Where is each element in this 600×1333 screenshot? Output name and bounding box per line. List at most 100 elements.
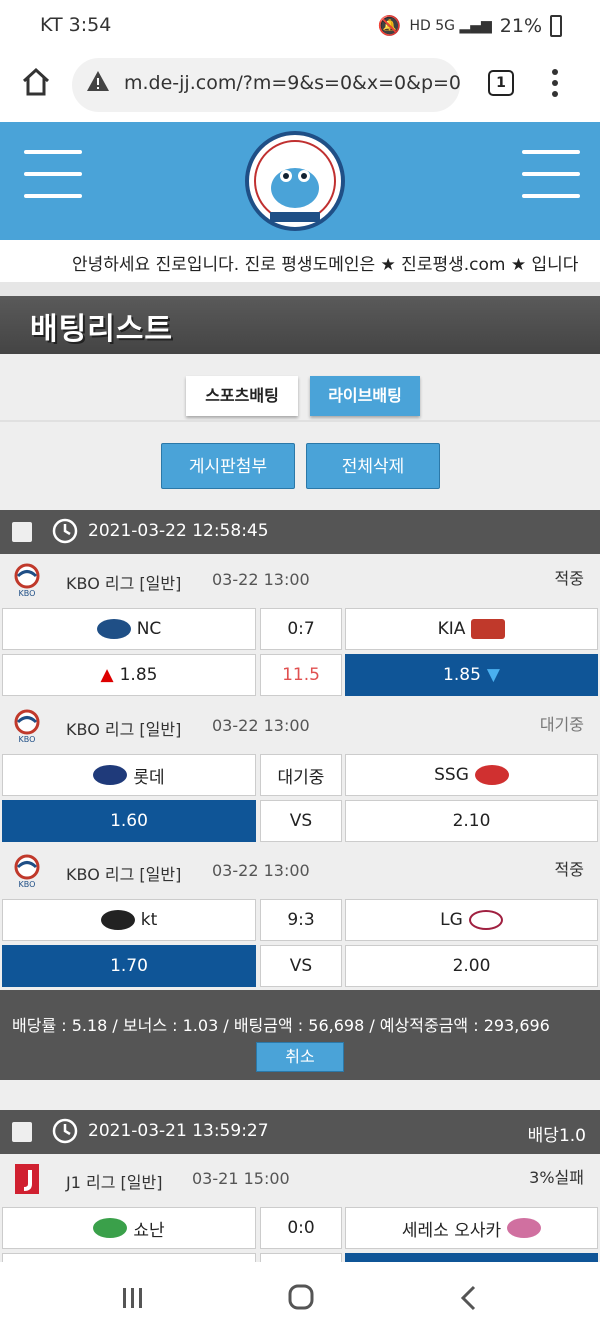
home-odds-cell-selected[interactable]: 1.60 — [2, 800, 256, 842]
status-bar: KT 3:54 🔕 HD 5G ▂▄▆ 21% — [0, 0, 600, 52]
league-name: J1 리그 [일반] — [66, 1173, 163, 1192]
away-odds-cell[interactable]: 2.00 — [345, 945, 598, 987]
lg-twins-logo-icon — [468, 910, 503, 930]
more-menu-icon[interactable] — [550, 68, 560, 98]
game-header: KBO KBO 리그 [일반] 03-22 13:00 대기중 — [0, 701, 600, 751]
game-time: 03-22 13:00 — [212, 861, 310, 880]
arrow-up-icon: ▲ — [100, 665, 114, 685]
right-menu-icon[interactable] — [522, 150, 580, 200]
home-team-cell: kt — [2, 899, 256, 941]
bet-slip-header: 2021-03-21 13:59:27 배당1.0 — [0, 1110, 600, 1154]
league-name: KBO 리그 [일반] — [66, 574, 182, 593]
game-time: 03-22 13:00 — [212, 570, 310, 589]
carrier-time: KT 3:54 — [40, 14, 112, 36]
warning-icon[interactable] — [86, 70, 110, 92]
score-cell: 9:3 — [260, 899, 342, 941]
home-nav-icon[interactable] — [288, 1284, 314, 1310]
home-team: NC — [136, 619, 162, 639]
handicap-cell: 11.5 — [260, 654, 342, 696]
score-cell: 대기중 — [260, 754, 342, 796]
mute-icon: 🔕 — [377, 15, 402, 37]
league-name: KBO 리그 [일반] — [66, 865, 182, 884]
site-logo[interactable] — [240, 126, 350, 236]
site-header — [0, 122, 600, 240]
away-odds-cell-selected[interactable]: 1.85 ▼ — [345, 654, 598, 696]
home-odds-cell[interactable]: ▲ 1.85 — [2, 654, 256, 696]
clock-icon — [52, 1118, 78, 1144]
jleague-logo-icon — [15, 1164, 39, 1194]
battery-icon — [550, 14, 562, 37]
slip-datetime: 2021-03-21 13:59:27 — [88, 1121, 269, 1141]
slip-datetime: 2021-03-22 12:58:45 — [88, 521, 269, 541]
kia-tigers-logo-icon — [471, 619, 506, 639]
tab-switcher-button[interactable]: 1 — [488, 70, 514, 96]
battery-level: 21% — [499, 14, 542, 37]
away-team: KIA — [437, 619, 466, 639]
signal-icon: HD 5G ▂▄▆ — [409, 17, 492, 34]
recent-apps-icon[interactable] — [120, 1286, 146, 1310]
nc-dinos-logo-icon — [96, 619, 131, 639]
home-team: kt — [140, 910, 158, 930]
away-team-cell: KIA — [345, 608, 598, 650]
tab-sports-betting[interactable]: 스포츠배팅 — [186, 376, 298, 416]
game-time: 03-21 15:00 — [192, 1169, 290, 1188]
home-team-cell: 쇼난 — [2, 1207, 256, 1249]
kbo-logo-icon: KBO — [14, 563, 40, 597]
kt-wiz-logo-icon — [100, 910, 135, 930]
game-time: 03-22 13:00 — [212, 716, 310, 735]
shonan-logo-icon — [93, 1218, 128, 1238]
kbo-logo-icon: KBO — [14, 709, 40, 743]
result-status: 대기중 — [539, 715, 584, 734]
clock-icon — [52, 518, 78, 544]
system-nav-bar — [0, 1262, 600, 1333]
url-text: m.de-jj.com/?m=9&s=0&x=0&p=0 — [124, 72, 460, 94]
away-team-cell: 세레소 오사카 — [345, 1207, 598, 1249]
select-checkbox[interactable] — [12, 522, 32, 542]
league-name: KBO 리그 [일반] — [66, 720, 182, 739]
attach-board-button[interactable]: 게시판첨부 — [161, 443, 295, 489]
away-team: 세레소 오사카 — [401, 1220, 502, 1241]
back-icon[interactable] — [458, 1284, 478, 1312]
select-checkbox[interactable] — [12, 1122, 32, 1142]
home-team: 롯데 — [133, 767, 165, 788]
away-team: LG — [440, 910, 463, 930]
home-team-cell: 롯데 — [2, 754, 256, 796]
summary-text: 배당률 : 5.18 / 보너스 : 1.03 / 배팅금액 : 56,698 … — [12, 1016, 550, 1035]
lotte-giants-logo-icon — [93, 765, 128, 785]
tab-live-betting[interactable]: 라이브배팅 — [310, 376, 420, 416]
browser-toolbar: m.de-jj.com/?m=9&s=0&x=0&p=0 1 — [0, 52, 600, 122]
bet-summary: 배당률 : 5.18 / 보너스 : 1.03 / 배팅금액 : 56,698 … — [0, 990, 600, 1080]
home-icon[interactable] — [20, 66, 52, 98]
notice-marquee: 안녕하세요 진로입니다. 진로 평생도메인은 ★ 진로평생.com ★ 입니다 — [0, 240, 600, 282]
bet-slip-header: 2021-03-22 12:58:45 — [0, 510, 600, 554]
result-status: 적중 — [554, 860, 584, 879]
score-cell: 0:0 — [260, 1207, 342, 1249]
page-title: 배팅리스트 — [30, 312, 173, 347]
result-status: 3%실패 — [529, 1168, 584, 1187]
cerezo-logo-icon — [507, 1218, 542, 1238]
game-header: J1 리그 [일반] 03-21 15:00 3%실패 — [0, 1154, 600, 1204]
away-team-cell: LG — [345, 899, 598, 941]
svg-text:KBO: KBO — [19, 735, 36, 743]
home-team: 쇼난 — [133, 1220, 165, 1241]
home-team-cell: NC — [2, 608, 256, 650]
delete-all-button[interactable]: 전체삭제 — [306, 443, 440, 489]
vs-cell: VS — [260, 945, 342, 987]
slip-rate: 배당1.0 — [527, 1126, 586, 1146]
game-header: KBO KBO 리그 [일반] 03-22 13:00 적중 — [0, 846, 600, 896]
game-header: KBO KBO 리그 [일반] 03-22 13:00 적중 — [0, 555, 600, 605]
arrow-down-icon: ▼ — [486, 665, 500, 685]
svg-text:KBO: KBO — [19, 880, 36, 888]
ssg-landers-logo-icon — [474, 765, 509, 785]
svg-text:KBO: KBO — [19, 589, 36, 597]
cancel-button[interactable]: 취소 — [256, 1042, 344, 1072]
away-odds-cell[interactable]: 2.10 — [345, 800, 598, 842]
result-status: 적중 — [554, 569, 584, 588]
away-team-cell: SSG — [345, 754, 598, 796]
address-bar[interactable]: m.de-jj.com/?m=9&s=0&x=0&p=0 — [72, 58, 460, 112]
left-menu-icon[interactable] — [24, 150, 82, 200]
page-title-bar: 배팅리스트 — [0, 296, 600, 354]
kbo-logo-icon: KBO — [14, 854, 40, 888]
home-odds-cell-selected[interactable]: 1.70 — [2, 945, 256, 987]
vs-cell: VS — [260, 800, 342, 842]
